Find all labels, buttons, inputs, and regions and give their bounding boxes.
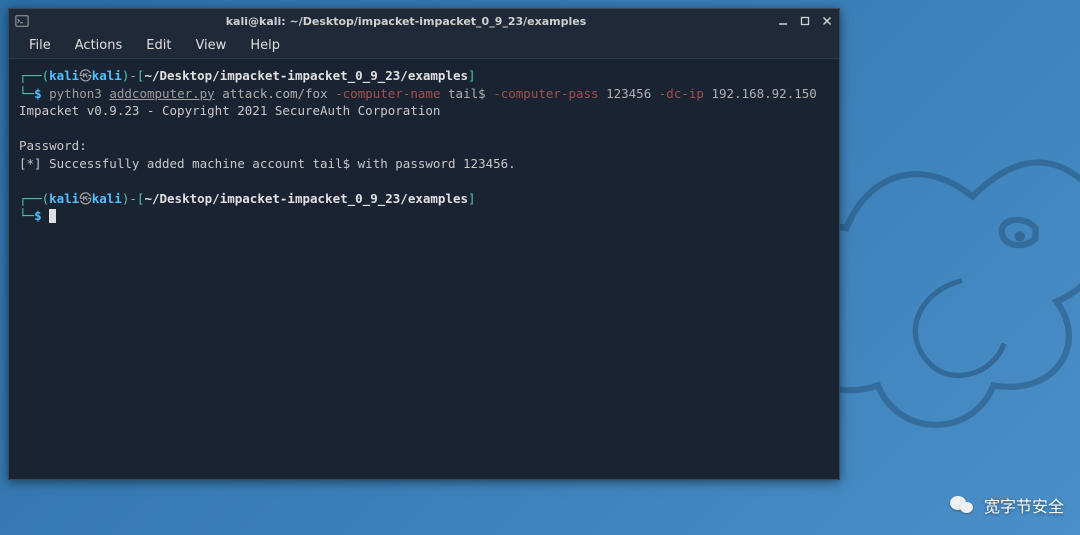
maximize-icon — [800, 16, 810, 26]
prompt-path: ~/Desktop/impacket-impacket_0_9_23/examp… — [144, 68, 468, 83]
prompt-corner-bottom: └─ — [19, 86, 34, 101]
prompt2-line-1: ┌──(kali㉿kali)-[~/Desktop/impacket-impac… — [19, 190, 829, 208]
output-success: [*] Successfully added machine account t… — [19, 155, 829, 173]
terminal-icon — [15, 14, 29, 28]
close-icon — [822, 16, 832, 26]
minimize-button[interactable] — [777, 15, 789, 27]
window-title: kali@kali: ~/Desktop/impacket-impacket_0… — [35, 15, 777, 28]
cmd-arg-computername: tail$ — [448, 86, 486, 101]
menu-help[interactable]: Help — [240, 35, 290, 56]
output-password-prompt: Password: — [19, 137, 829, 155]
menu-file[interactable]: File — [19, 35, 61, 56]
output-blank-2 — [19, 172, 829, 190]
cmd-script: addcomputer.py — [109, 86, 214, 101]
cursor-block — [49, 209, 56, 223]
prompt-line-1: ┌──(kali㉿kali)-[~/Desktop/impacket-impac… — [19, 67, 829, 85]
menu-actions[interactable]: Actions — [65, 35, 133, 56]
wechat-icon — [950, 494, 976, 516]
maximize-button[interactable] — [799, 15, 811, 27]
cmd-target: attack.com/fox — [222, 86, 327, 101]
prompt-line-2: └─$ python3 addcomputer.py attack.com/fo… — [19, 85, 829, 103]
cmd-flag-computername: -computer-name — [335, 86, 440, 101]
terminal-body[interactable]: ┌──(kali㉿kali)-[~/Desktop/impacket-impac… — [9, 59, 839, 479]
watermark-text: 宽字节安全 — [984, 493, 1064, 517]
prompt-user: kali — [49, 68, 79, 83]
menubar: File Actions Edit View Help — [9, 33, 839, 59]
close-button[interactable] — [821, 15, 833, 27]
prompt-at: ㉿ — [79, 68, 92, 83]
prompt2-line-2: └─$ — [19, 207, 829, 225]
menu-view[interactable]: View — [185, 35, 236, 56]
terminal-window: kali@kali: ~/Desktop/impacket-impacket_0… — [8, 8, 840, 480]
menu-edit[interactable]: Edit — [136, 35, 181, 56]
prompt-dollar: $ — [34, 86, 42, 101]
minimize-icon — [778, 16, 788, 26]
cmd-binary: python3 — [49, 86, 102, 101]
cmd-arg-dcip: 192.168.92.150 — [711, 86, 816, 101]
titlebar[interactable]: kali@kali: ~/Desktop/impacket-impacket_0… — [9, 9, 839, 33]
prompt-corner-top: ┌──( — [19, 68, 49, 83]
watermark: 宽字节安全 — [950, 493, 1064, 517]
prompt-dash: - — [129, 68, 137, 83]
prompt-path-close: ] — [468, 68, 476, 83]
cmd-flag-dcip: -dc-ip — [659, 86, 704, 101]
cmd-flag-computerpass: -computer-pass — [493, 86, 598, 101]
window-controls — [777, 15, 833, 27]
output-blank — [19, 120, 829, 138]
prompt-host: kali — [92, 68, 122, 83]
cmd-arg-computerpass: 123456 — [606, 86, 651, 101]
output-banner: Impacket v0.9.23 - Copyright 2021 Secure… — [19, 102, 829, 120]
